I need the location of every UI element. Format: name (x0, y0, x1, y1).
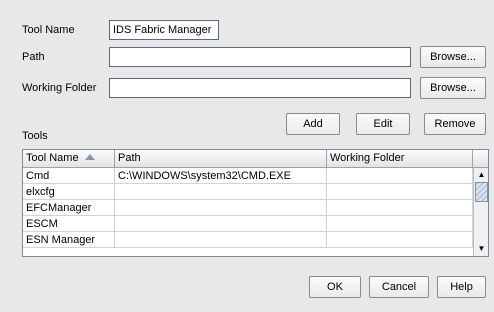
cell-working-folder (327, 232, 473, 248)
browse-path-button[interactable]: Browse... (420, 46, 486, 68)
browse-folder-button[interactable]: Browse... (420, 77, 486, 99)
cell-working-folder (327, 168, 473, 184)
cell-tool-name: EFCManager (23, 200, 115, 216)
scrollbar-thumb[interactable] (475, 182, 488, 202)
scroll-down-arrow-icon[interactable]: ▼ (474, 242, 488, 256)
cell-tool-name: ESN Manager (23, 232, 115, 248)
remove-button[interactable]: Remove (424, 113, 486, 135)
table-row[interactable]: ESCM (23, 216, 473, 232)
tool-name-input[interactable]: IDS Fabric Manager (109, 20, 219, 40)
column-header-tool-name[interactable]: Tool Name (23, 150, 115, 167)
cell-working-folder (327, 184, 473, 200)
tools-table: Tool Name Path Working Folder Cmd C:\WIN… (22, 149, 489, 257)
column-header-working-folder[interactable]: Working Folder (327, 150, 473, 167)
column-header-label: Working Folder (330, 152, 405, 164)
table-row[interactable]: EFCManager (23, 200, 473, 216)
cancel-button[interactable]: Cancel (369, 276, 429, 298)
cell-tool-name: elxcfg (23, 184, 115, 200)
help-button[interactable]: Help (437, 276, 486, 298)
path-input[interactable] (109, 47, 411, 67)
scroll-up-arrow-icon[interactable]: ▲ (474, 168, 488, 182)
sort-ascending-icon (84, 154, 95, 160)
cell-working-folder (327, 200, 473, 216)
table-row[interactable]: Cmd C:\WINDOWS\system32\CMD.EXE (23, 168, 473, 184)
cell-path (115, 232, 327, 248)
column-header-label: Tool Name (26, 152, 79, 164)
ok-button[interactable]: OK (309, 276, 361, 298)
cell-path (115, 216, 327, 232)
working-folder-label: Working Folder (22, 82, 97, 94)
table-header: Tool Name Path Working Folder (23, 150, 488, 168)
tool-name-label: Tool Name (22, 24, 75, 36)
tools-label: Tools (22, 130, 48, 142)
path-label: Path (22, 51, 45, 63)
table-row[interactable]: elxcfg (23, 184, 473, 200)
table-row[interactable]: ESN Manager (23, 232, 473, 248)
cell-tool-name: Cmd (23, 168, 115, 184)
cell-path: C:\WINDOWS\system32\CMD.EXE (115, 168, 327, 184)
column-header-path[interactable]: Path (115, 150, 327, 167)
cell-path (115, 184, 327, 200)
cell-tool-name: ESCM (23, 216, 115, 232)
add-button[interactable]: Add (286, 113, 340, 135)
table-vertical-scrollbar[interactable]: ▲ ▼ (473, 168, 488, 256)
cell-working-folder (327, 216, 473, 232)
column-header-label: Path (118, 152, 141, 164)
cell-path (115, 200, 327, 216)
edit-button[interactable]: Edit (356, 113, 410, 135)
working-folder-input[interactable] (109, 78, 411, 98)
